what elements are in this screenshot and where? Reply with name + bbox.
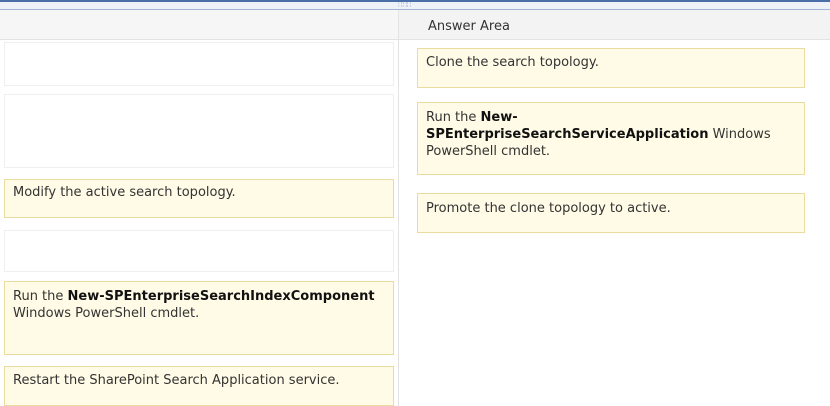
answer-promote-clone-topology[interactable]: Promote the clone topology to active. [417,193,805,233]
top-splitter-bar: ∷∷∷ [0,0,830,10]
cmdlet-name: New-SPEnterpriseSearchIndexComponent [67,289,375,304]
answer-area-title: Answer Area [428,19,510,34]
choice-suffix: Windows PowerShell cmdlet. [13,306,200,321]
choice-prefix: Run the [13,289,68,304]
answer-text: Promote the clone topology to active. [426,201,671,216]
choice-modify-active-topology[interactable]: Modify the active search topology. [4,179,394,218]
empty-choice-slot[interactable] [4,42,394,86]
empty-choice-slot[interactable] [4,94,394,168]
answer-area-header: Answer Area [399,10,830,40]
choice-text: Modify the active search topology. [13,185,236,200]
answer-area-pane: Answer Area Clone the search topology. R… [399,10,830,406]
splitter-grip-icon[interactable]: ∷∷∷ [398,2,426,9]
empty-choice-slot[interactable] [4,230,394,272]
answer-prefix: Run the [426,110,481,125]
choices-pane: Modify the active search topology. Run t… [0,10,398,406]
answer-text: Clone the search topology. [426,55,599,70]
choice-text: Restart the SharePoint Search Applicatio… [13,373,340,388]
choices-header [0,10,398,40]
choice-restart-search-service[interactable]: Restart the SharePoint Search Applicatio… [4,366,394,406]
answer-run-new-service-application[interactable]: Run the New-SPEnterpriseSearchServiceApp… [417,102,805,175]
answer-clone-topology[interactable]: Clone the search topology. [417,48,805,88]
choice-run-new-index-component[interactable]: Run the New-SPEnterpriseSearchIndexCompo… [4,281,394,355]
top-accent-line [0,0,830,2]
